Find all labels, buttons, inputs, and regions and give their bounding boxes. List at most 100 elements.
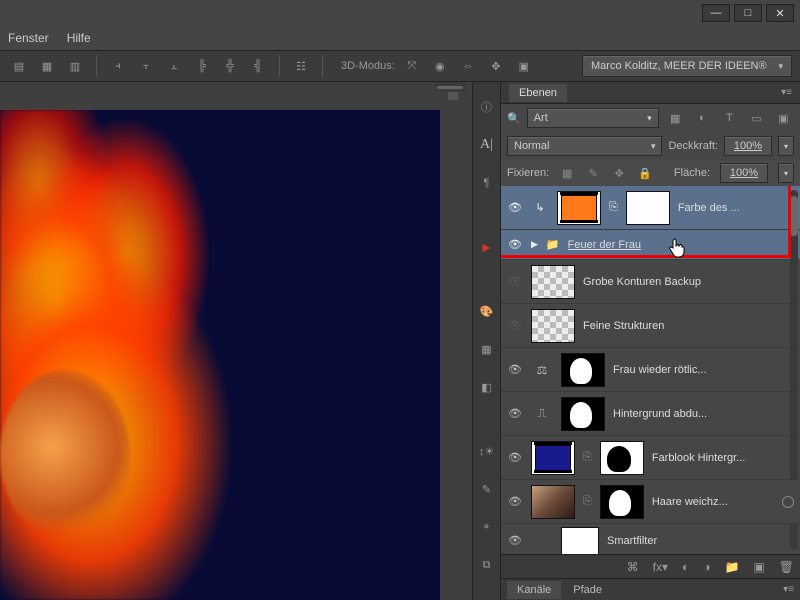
layer-row[interactable]: 👁 Feine Strukturen [501, 304, 800, 348]
layers-list[interactable]: 👁 ↳ ⎘ Farbe des ... 👁 ▶ 📁 Feuer der Frau… [501, 186, 800, 554]
fill-flyout-button[interactable]: ▾ [778, 163, 794, 183]
lock-position-icon[interactable]: ✥ [611, 165, 627, 181]
opacity-flyout-button[interactable]: ▾ [778, 136, 794, 156]
menu-item-fenster[interactable]: Fenster [8, 31, 49, 45]
mask-link-icon[interactable]: ⎘ [609, 201, 618, 214]
layer-name[interactable]: Frau wieder rötlic... [613, 364, 794, 376]
canvas-area[interactable] [0, 82, 472, 600]
auto-align-icon[interactable]: ☷ [290, 55, 312, 77]
layer-row[interactable]: 👁 Grobe Konturen Backup [501, 260, 800, 304]
filter-type-dropdown[interactable]: Art ▾ [527, 108, 659, 128]
distribute-top-icon[interactable]: ⫞ [107, 55, 129, 77]
channels-tab[interactable]: Kanäle [507, 581, 561, 599]
layer-name[interactable]: Farbe des ... [678, 202, 794, 214]
layer-name[interactable]: Smartfilter [607, 535, 794, 547]
lock-all-icon[interactable]: 🔒 [637, 165, 653, 181]
group-expand-toggle[interactable]: ▶ [531, 239, 538, 250]
fill-field[interactable]: 100% [720, 163, 768, 183]
panel-menu-icon[interactable]: ▾≡ [773, 581, 800, 598]
distribute-hcenter-icon[interactable]: ╬ [219, 55, 241, 77]
distribute-right-icon[interactable]: ╣ [247, 55, 269, 77]
visibility-toggle[interactable]: 👁 [507, 451, 523, 464]
smartfilter-mask-thumbnail[interactable] [561, 527, 599, 555]
layer-name[interactable]: Hintergrund abdu... [613, 408, 794, 420]
visibility-toggle[interactable]: 👁 [507, 407, 523, 420]
layer-row-smart[interactable]: 👁 ⎘ Haare weichz... [501, 480, 800, 524]
add-mask-icon[interactable]: ◐ [682, 560, 689, 574]
layer-name[interactable]: Grobe Konturen Backup [583, 276, 794, 288]
maximize-button[interactable]: □ [734, 4, 762, 22]
paragraph-panel-icon[interactable]: ¶ [478, 174, 496, 192]
layer-thumbnail[interactable] [557, 191, 601, 225]
visibility-toggle[interactable]: 👁 [507, 238, 523, 251]
filter-shape-icon[interactable]: ▭ [746, 107, 767, 129]
distribute-bottom-icon[interactable]: ⫠ [163, 55, 185, 77]
layer-thumbnail[interactable] [531, 485, 575, 519]
layer-name[interactable]: Haare weichz... [652, 496, 794, 508]
align-right-icon[interactable]: ▥ [64, 55, 86, 77]
layer-mask-thumbnail[interactable] [561, 397, 605, 431]
new-layer-icon[interactable]: ▣ [753, 560, 764, 574]
panel-menu-icon[interactable]: ▾≡ [781, 87, 792, 98]
paths-tab[interactable]: Pfade [563, 581, 612, 599]
panel-collapse-grip[interactable] [434, 82, 466, 92]
layer-name[interactable]: Feuer der Frau [568, 239, 794, 251]
layer-thumbnail[interactable] [531, 441, 575, 475]
3d-scale-icon[interactable]: ⇔ [457, 55, 479, 77]
3d-camera-icon[interactable]: ▣ [513, 55, 535, 77]
workspace-dropdown[interactable]: Marco Kolditz, MEER DER IDEEN® ▾ [582, 55, 792, 77]
new-group-icon[interactable]: 📁 [724, 560, 739, 574]
mask-link-icon[interactable]: ⎘ [583, 495, 592, 508]
layers-tab[interactable]: Ebenen [509, 84, 567, 102]
link-layers-icon[interactable]: ⌘ [627, 560, 639, 574]
visibility-toggle[interactable]: 👁 [507, 495, 523, 508]
filter-type-icon[interactable]: T [719, 107, 740, 129]
3d-rotate-icon[interactable]: ◉ [429, 55, 451, 77]
distribute-left-icon[interactable]: ╠ [191, 55, 213, 77]
adjustments-panel-icon[interactable]: ↕☀ [478, 442, 496, 460]
align-left-icon[interactable]: ▤ [8, 55, 30, 77]
visibility-toggle[interactable]: 👁 [507, 534, 523, 547]
new-adjustment-icon[interactable]: ◑ [703, 560, 710, 574]
delete-layer-icon[interactable]: 🗑 [779, 560, 794, 574]
opacity-field[interactable]: 100% [724, 136, 772, 156]
layer-thumbnail[interactable] [531, 309, 575, 343]
layer-mask-thumbnail[interactable] [600, 441, 644, 475]
layer-thumbnail[interactable] [531, 265, 575, 299]
layer-mask-thumbnail[interactable] [626, 191, 670, 225]
visibility-toggle[interactable]: 👁 [507, 275, 523, 288]
layer-row[interactable]: 👁 ⎘ Farblook Hintergr... [501, 436, 800, 480]
layer-row[interactable]: 👁 ⎍ Hintergrund abdu... [501, 392, 800, 436]
minimize-button[interactable]: — [702, 4, 730, 22]
layer-name[interactable]: Feine Strukturen [583, 320, 794, 332]
lock-transparent-icon[interactable]: ▦ [559, 165, 575, 181]
align-center-icon[interactable]: ▦ [36, 55, 58, 77]
visibility-toggle[interactable]: 👁 [507, 363, 523, 376]
layer-mask-thumbnail[interactable] [600, 485, 644, 519]
mask-link-icon[interactable]: ⎘ [583, 451, 592, 464]
menu-item-hilfe[interactable]: Hilfe [67, 31, 91, 45]
brush-panel-icon[interactable]: ✎ [478, 480, 496, 498]
blend-mode-dropdown[interactable]: Normal ▾ [507, 136, 662, 156]
layer-row-selected[interactable]: 👁 ↳ ⎘ Farbe des ... [501, 186, 800, 230]
color-panel-icon[interactable]: 🎨 [478, 302, 496, 320]
filter-smart-icon[interactable]: ▣ [773, 107, 794, 129]
clone-panel-icon[interactable]: ⧉ [478, 556, 496, 574]
visibility-toggle[interactable]: 👁 [507, 201, 523, 214]
navigator-panel-icon[interactable]: ⌖ [478, 518, 496, 536]
styles-panel-icon[interactable]: ◧ [478, 378, 496, 396]
history-red-arrow-icon[interactable]: ▶ [478, 238, 496, 256]
filter-pixel-icon[interactable]: ▦ [665, 107, 686, 129]
swatches-panel-icon[interactable]: ▦ [478, 340, 496, 358]
lock-pixels-icon[interactable]: ✎ [585, 165, 601, 181]
info-icon[interactable]: ⓘ [478, 98, 496, 116]
3d-move-icon[interactable]: ⤧ [401, 55, 423, 77]
layer-row-smartfilter[interactable]: 👁 Smartfilter [501, 524, 800, 554]
layer-mask-thumbnail[interactable] [561, 353, 605, 387]
close-button[interactable]: ✕ [766, 4, 794, 22]
layer-effects-icon[interactable]: fx▾ [653, 560, 668, 574]
layer-name[interactable]: Farblook Hintergr... [652, 452, 794, 464]
layer-group-row[interactable]: 👁 ▶ 📁 Feuer der Frau [501, 230, 800, 260]
character-panel-icon[interactable]: A| [478, 136, 496, 154]
document-canvas[interactable] [0, 110, 440, 600]
